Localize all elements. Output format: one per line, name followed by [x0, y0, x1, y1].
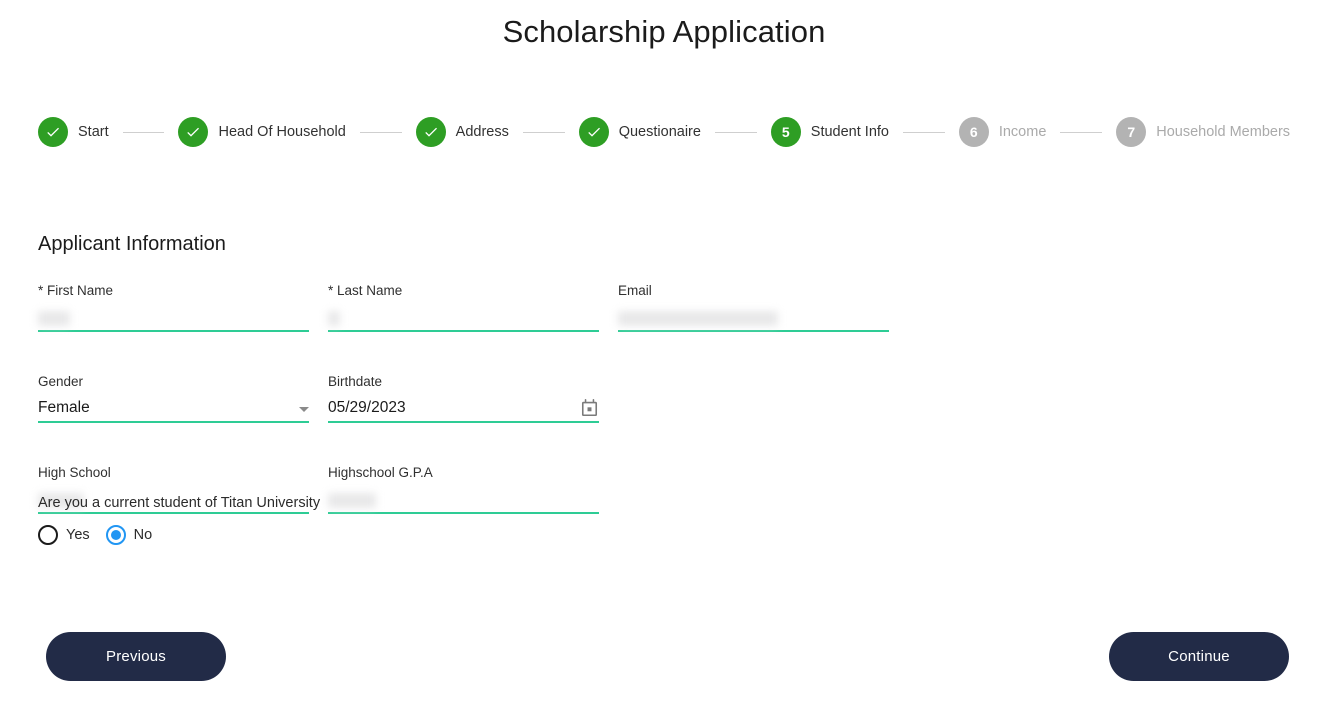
radio-label-no: No	[133, 527, 153, 543]
first-name-input[interactable]	[38, 306, 309, 332]
label-first-name: * First Name	[38, 283, 114, 298]
label-gender: Gender	[38, 374, 84, 389]
step-label-questionaire: Questionaire	[618, 124, 701, 140]
step-connector	[714, 131, 757, 133]
step-badge-address	[415, 117, 446, 147]
birthdate-input[interactable]: 05/29/2023	[328, 397, 599, 423]
section-title-applicant-information: Applicant Information	[38, 233, 226, 255]
previous-button[interactable]: Previous	[46, 632, 226, 681]
highschool-gpa-value	[328, 493, 376, 508]
birthdate-value: 05/29/2023	[328, 399, 406, 416]
page-title: Scholarship Application	[502, 14, 826, 49]
scholarship-application-page: Scholarship Application Start Head Of Ho…	[0, 0, 1328, 716]
step-label-start: Start	[78, 124, 109, 140]
chevron-down-icon	[299, 407, 309, 412]
step-label-income: Income	[998, 124, 1047, 140]
form-row: * First Name * Last Name Email	[38, 283, 1038, 332]
check-icon	[47, 127, 59, 137]
step-connector	[359, 131, 402, 133]
step-badge-start	[38, 117, 68, 147]
step-connector	[122, 131, 165, 133]
field-highschool-gpa: Highschool G.P.A	[328, 465, 599, 514]
radio-label-yes: Yes	[66, 527, 90, 543]
label-birthdate: Birthdate	[328, 374, 383, 389]
step-connector	[522, 131, 565, 133]
label-last-name: * Last Name	[328, 283, 403, 298]
step-label-address: Address	[455, 124, 509, 140]
field-last-name: * Last Name	[328, 283, 599, 332]
radio-options: Yes No	[38, 525, 320, 545]
field-email: Email	[618, 283, 889, 332]
gender-value: Female	[38, 399, 90, 416]
step-badge-household-members: 7	[1116, 117, 1147, 147]
continue-button[interactable]: Continue	[1109, 632, 1289, 681]
progress-stepper: Start Head Of Household Address Question…	[38, 116, 1290, 148]
step-label-household-members: Household Members	[1156, 124, 1291, 140]
step-badge-questionaire	[578, 117, 609, 147]
gender-select[interactable]: Female	[38, 397, 309, 423]
label-highschool-gpa: Highschool G.P.A	[328, 465, 433, 480]
last-name-value	[328, 311, 340, 326]
last-name-input[interactable]	[328, 306, 599, 332]
applicant-information-form: * First Name * Last Name Email Gender Fe…	[38, 283, 1038, 514]
step-badge-income: 6	[958, 117, 989, 147]
titan-university-radio-group: Are you a current student of Titan Unive…	[38, 495, 320, 545]
check-icon	[424, 127, 437, 137]
check-icon	[187, 127, 200, 137]
email-input[interactable]	[618, 306, 889, 332]
step-income[interactable]: 6 Income	[958, 117, 1047, 147]
radio-circle-no[interactable]	[105, 525, 126, 545]
radio-option-no[interactable]: No	[105, 525, 153, 545]
radio-group-question: Are you a current student of Titan Unive…	[38, 495, 321, 511]
step-address[interactable]: Address	[415, 117, 509, 147]
field-first-name: * First Name	[38, 283, 309, 332]
label-high-school: High School	[38, 465, 111, 480]
field-gender: Gender Female	[38, 374, 309, 423]
step-badge-student-info: 5	[770, 117, 801, 147]
form-row: Gender Female Birthdate 05/29/2023	[38, 374, 1038, 423]
step-household-members[interactable]: 7 Household Members	[1116, 117, 1290, 147]
highschool-gpa-input[interactable]	[328, 488, 599, 514]
step-connector	[902, 131, 945, 133]
step-badge-head-of-household	[178, 117, 209, 147]
step-start[interactable]: Start	[38, 117, 109, 147]
step-connector	[1060, 131, 1103, 133]
calendar-icon[interactable]	[580, 399, 599, 418]
radio-dot-no	[110, 530, 121, 540]
step-label-head-of-household: Head Of Household	[218, 124, 346, 140]
first-name-value	[38, 311, 70, 326]
field-birthdate: Birthdate 05/29/2023	[328, 374, 599, 423]
step-questionaire[interactable]: Questionaire	[578, 117, 701, 147]
email-value	[618, 311, 778, 326]
check-icon	[587, 127, 600, 137]
step-label-student-info: Student Info	[810, 124, 889, 140]
step-head-of-household[interactable]: Head Of Household	[178, 117, 346, 147]
label-email: Email	[618, 283, 652, 298]
radio-option-yes[interactable]: Yes	[38, 525, 90, 545]
radio-circle-yes[interactable]	[38, 525, 58, 545]
step-student-info[interactable]: 5 Student Info	[770, 117, 889, 147]
